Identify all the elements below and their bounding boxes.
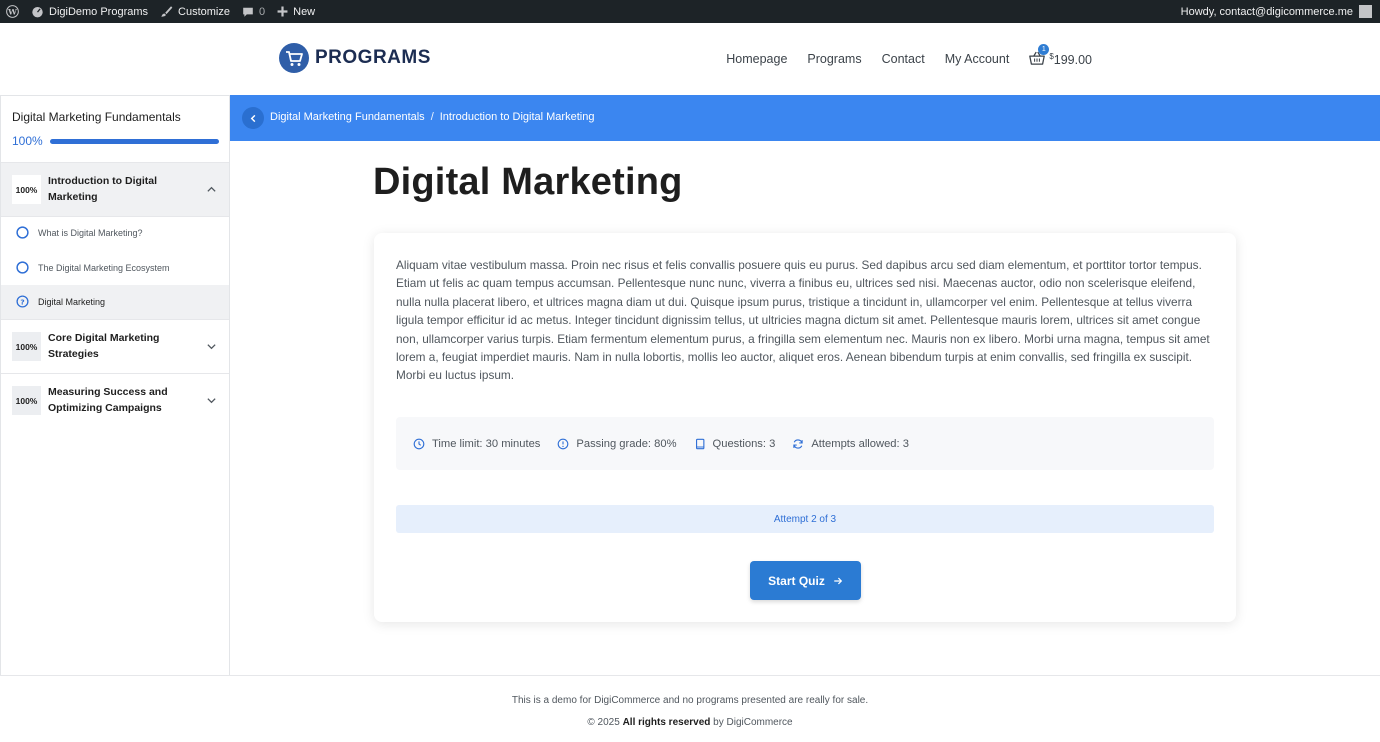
comments-link[interactable]: 0 (236, 0, 271, 23)
quiz-card: Aliquam vitae vestibulum massa. Proin ne… (374, 233, 1236, 622)
cart-logo-icon (279, 43, 309, 73)
wordpress-menu[interactable]: W (0, 0, 25, 23)
new-label: New (293, 5, 316, 18)
svg-text:?: ? (20, 297, 24, 306)
course-title: Digital Marketing Fundamentals (12, 110, 181, 124)
avatar (1359, 5, 1372, 18)
start-quiz-button[interactable]: Start Quiz (750, 561, 861, 600)
footer-copyright: © 2025 All rights reserved by DigiCommer… (0, 717, 1380, 728)
cart-count-badge: 1 (1038, 43, 1050, 55)
meta-time-limit: Time limit: 30 minutes (413, 438, 540, 450)
arrow-right-icon (834, 577, 842, 584)
footer-disclaimer: This is a demo for DigiCommerce and no p… (511, 695, 869, 706)
question-circle-icon: ? (16, 295, 29, 308)
circle-icon (16, 261, 29, 274)
meta-text: Time limit: 30 minutes (432, 437, 541, 450)
course-progress-bar (50, 139, 219, 144)
breadcrumb-course[interactable]: Digital Marketing Fundamentals (270, 111, 425, 123)
nav-homepage[interactable]: Homepage (726, 52, 787, 66)
quiz-meta: Time limit: 30 minutes Passing grade: 80… (396, 417, 1214, 470)
course-sidebar: Digital Marketing Fundamentals 100% 100%… (0, 95, 230, 675)
admin-bar: W DigiDemo Programs Customize 0 New Howd… (0, 0, 1380, 23)
lesson-item[interactable]: The Digital Marketing Ecosystem (1, 251, 229, 285)
breadcrumb-section[interactable]: Introduction to Digital Marketing (440, 111, 595, 123)
lesson-label: What is Digital Marketing? (38, 228, 143, 238)
quiz-description: Aliquam vitae vestibulum massa. Proin ne… (396, 258, 1210, 383)
refresh-icon (793, 438, 804, 449)
main-content: Digital Marketing Fundamentals / Introdu… (230, 95, 1380, 675)
lesson-label: Digital Marketing (38, 297, 106, 307)
start-quiz-label: Start Quiz (768, 573, 825, 588)
book-icon (695, 438, 704, 449)
wordpress-icon: W (6, 5, 19, 18)
meta-passing-grade: Passing grade: 80% (557, 437, 677, 450)
nav-programs[interactable]: Programs (807, 52, 861, 66)
breadcrumb-bar: Digital Marketing Fundamentals / Introdu… (230, 95, 1380, 141)
site-footer: This is a demo for DigiCommerce and no p… (0, 675, 1380, 742)
section-introduction[interactable]: 100% Introduction to Digital Marketing (1, 163, 229, 216)
section-title: Core Digital Marketing Strategies (48, 332, 160, 360)
section-title: Introduction to Digital Marketing (48, 175, 158, 203)
section-measuring-success[interactable]: 100% Measuring Success and Optimizing Ca… (1, 374, 229, 427)
site-name: DigiDemo Programs (49, 5, 149, 18)
svg-text:W: W (7, 7, 17, 16)
back-button[interactable] (242, 107, 264, 129)
my-account-menu[interactable]: Howdy, contact@digicommerce.me (1181, 0, 1372, 23)
section-title: Measuring Success and Optimizing Campaig… (48, 386, 168, 414)
customize-label: Customize (178, 5, 230, 18)
brush-icon (161, 6, 173, 17)
section-core-strategies[interactable]: 100% Core Digital Marketing Strategies (1, 320, 229, 373)
page-title: Digital Marketing (373, 161, 683, 203)
chevron-left-icon (250, 114, 255, 122)
cart-link[interactable]: 1 $199.00 (1029, 43, 1092, 67)
nav-my-account[interactable]: My Account (945, 52, 1010, 66)
cart-amount: 199.00 (1053, 53, 1092, 68)
lesson-label: The Digital Marketing Ecosystem (38, 263, 170, 273)
howdy-text: Howdy, contact@digicommerce.me (1180, 5, 1353, 18)
main-nav: Homepage Programs Contact My Account 1 $… (706, 23, 1092, 95)
new-content-link[interactable]: New (271, 0, 321, 23)
rights-reserved: All rights reserved (622, 717, 711, 728)
course-progress-label: 100% (12, 134, 43, 148)
meta-text: Passing grade: 80% (576, 437, 677, 450)
site-name-link[interactable]: DigiDemo Programs (25, 0, 154, 23)
comment-icon (243, 7, 253, 17)
cart-total: $199.00 (1049, 52, 1092, 67)
copyright-by: by DigiCommerce (713, 717, 793, 728)
customize-link[interactable]: Customize (154, 0, 236, 23)
chevron-down-icon[interactable] (206, 341, 217, 352)
section-progress: 100% (12, 386, 41, 415)
meta-text: Attempts allowed: 3 (811, 437, 909, 450)
circle-icon (16, 226, 29, 239)
meta-text: Questions: 3 (712, 437, 776, 450)
section-progress: 100% (12, 332, 41, 361)
site-logo[interactable]: PROGRAMS (279, 43, 431, 73)
copyright-year: © 2025 (587, 717, 620, 728)
lesson-item-current[interactable]: ? Digital Marketing (1, 285, 229, 319)
lesson-item[interactable]: What is Digital Marketing? (1, 216, 229, 250)
logo-text: PROGRAMS (315, 47, 431, 68)
plus-icon (277, 6, 288, 17)
chevron-down-icon[interactable] (206, 395, 217, 406)
info-circle-icon (558, 438, 569, 449)
attempt-indicator: Attempt 2 of 3 (396, 505, 1214, 533)
dashboard-icon (32, 6, 43, 18)
clock-icon (413, 438, 425, 449)
comments-count: 0 (259, 5, 266, 18)
site-header: PROGRAMS Homepage Programs Contact My Ac… (0, 23, 1380, 95)
section-progress: 100% (12, 175, 41, 204)
nav-contact[interactable]: Contact (882, 52, 925, 66)
breadcrumb-separator: / (430, 111, 434, 123)
meta-questions: Questions: 3 (694, 437, 776, 450)
breadcrumb: Digital Marketing Fundamentals / Introdu… (270, 111, 594, 123)
meta-attempts: Attempts allowed: 3 (792, 438, 909, 450)
chevron-up-icon[interactable] (206, 184, 217, 195)
